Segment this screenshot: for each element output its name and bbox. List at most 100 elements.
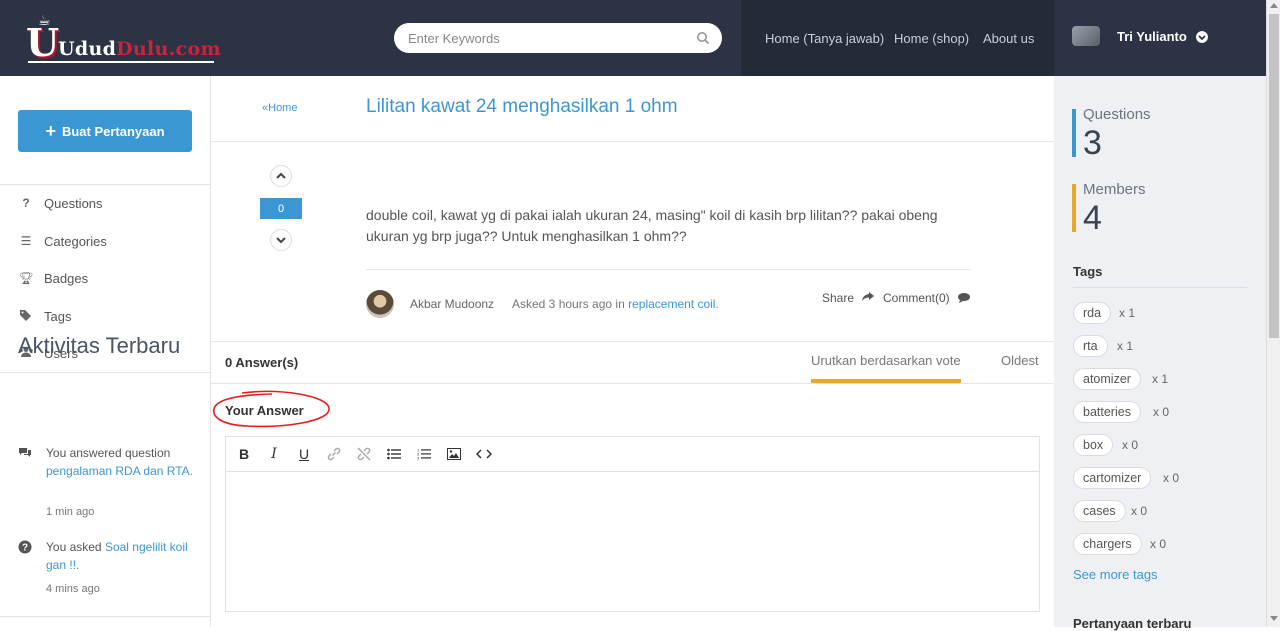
sidebar-item-tags[interactable]: Tags [18,306,71,326]
link-icon [327,447,341,461]
sidebar-item-badges[interactable]: 🏆︎ Badges [18,268,88,288]
tags-title: Tags [1073,264,1103,279]
sidebar-item-label: Questions [44,195,103,211]
tag-chargers[interactable]: chargers [1073,533,1142,555]
tag-count: x 1 [1152,372,1169,386]
see-more-tags-link[interactable]: See more tags [1073,567,1158,582]
nav-about-us[interactable]: About us [983,31,1034,46]
divider [211,341,1054,342]
plus-icon: + [45,121,56,141]
tags-icon [18,309,34,324]
bullet-list-button[interactable] [385,445,403,463]
code-button[interactable] [475,445,493,463]
search-icon[interactable] [696,31,710,45]
tag-count: x 1 [1119,306,1136,320]
tab-sort-vote[interactable]: Urutkan berdasarkan vote [811,353,961,368]
vote-down-button[interactable] [270,229,292,251]
site-logo[interactable]: ☕ U UdudDulu.com [26,12,226,64]
vote-count: 0 [260,198,302,219]
editor-textarea[interactable] [226,473,1039,611]
answers-count: 0 Answer(s) [225,355,299,370]
unlink-icon [357,447,371,461]
sidebar-item-label: Tags [44,308,72,324]
ask-question-label: Buat Pertanyaan [61,123,165,139]
sidebar-divider [0,184,210,185]
vote-up-button[interactable] [270,165,292,187]
members-stat-label: Members [1083,181,1146,198]
sidebar-item-questions[interactable]: ? Questions [18,193,103,213]
image-icon [447,448,461,460]
question-meta: Asked 3 hours ago in replacement coil. [512,297,719,311]
members-stat-bar [1072,184,1076,232]
numbered-list-button[interactable]: 123 [415,445,433,463]
comment-icon [958,293,971,303]
sidebar-divider [0,372,210,373]
divider [366,269,971,270]
divider [211,141,1054,142]
sidebar-divider [0,616,210,617]
chevron-down-icon[interactable] [1196,31,1208,43]
tag-count: x 0 [1122,438,1139,452]
bold-button[interactable]: B [235,445,253,463]
numbered-list-icon: 123 [417,448,431,460]
question-circle-icon: ? [18,540,32,554]
question-category-link[interactable]: replacement coil. [628,297,719,311]
comments-icon [19,448,31,457]
link-button[interactable] [325,445,343,463]
scroll-down-arrow-icon[interactable] [1270,616,1278,621]
activity-time: 1 min ago [46,506,95,518]
divider [211,383,1054,384]
question-body: double coil, kawat yg di pakai ialah uku… [366,207,938,244]
tag-count: x 0 [1163,471,1180,485]
recent-questions-title: Pertanyaan terbaru [1073,616,1192,631]
your-answer-label: Your Answer [225,403,304,418]
search-input[interactable] [408,29,688,47]
bullet-list-icon [387,448,401,460]
activity-text: You asked Soal ngelilit koil gan !!. [46,540,188,572]
activity-link[interactable]: pengalaman RDA dan RTA. [46,464,193,478]
tag-rda[interactable]: rda [1073,302,1112,324]
members-stat-count: 4 [1083,199,1102,237]
page-scrollbar[interactable] [1266,0,1280,627]
svg-text:?: ? [22,543,28,554]
search-box [394,23,722,53]
logo-letter: U [26,20,60,65]
page-title: Lilitan kawat 24 menghasilkan 1 ohm [366,96,678,117]
author-avatar[interactable] [366,290,394,318]
tag-count: x 0 [1150,537,1167,551]
chevron-up-icon [276,172,286,179]
trophy-icon: 🏆︎ [18,271,34,285]
tag-count: x 0 [1153,405,1170,419]
tag-box[interactable]: box [1073,434,1114,456]
tag-cartomizer[interactable]: cartomizer [1073,467,1152,489]
author-name[interactable]: Akbar Mudoonz [410,297,494,311]
tag-rta[interactable]: rta [1073,335,1108,357]
questions-stat-bar [1072,109,1076,157]
user-name[interactable]: Tri Yulianto [1117,29,1187,44]
question-icon: ? [22,196,30,210]
tag-cases[interactable]: cases [1073,500,1126,522]
answer-editor: B I U 123 [225,436,1040,612]
ask-question-button[interactable]: + Buat Pertanyaan [18,110,192,152]
share-button[interactable]: Share [822,291,875,305]
image-button[interactable] [445,445,463,463]
tag-atomizer[interactable]: atomizer [1073,368,1141,390]
tag-count: x 1 [1117,339,1134,353]
code-icon [476,449,492,459]
scrollbar-thumb[interactable] [1269,14,1279,338]
tag-batteries[interactable]: batteries [1073,401,1141,423]
svg-text:3: 3 [417,456,420,461]
sidebar-item-label: Categories [44,233,107,249]
scroll-up-arrow-icon[interactable] [1270,3,1278,8]
breadcrumb[interactable]: «Home [262,102,297,114]
italic-button[interactable]: I [265,445,283,463]
nav-home-tanya-jawab[interactable]: Home (Tanya jawab) [765,31,884,46]
nav-home-shop[interactable]: Home (shop) [894,31,969,46]
underline-button[interactable]: U [295,445,313,463]
sidebar-item-categories[interactable]: ☰ Categories [18,231,107,251]
user-avatar[interactable] [1072,26,1100,46]
unlink-button[interactable] [355,445,373,463]
tab-sort-oldest[interactable]: Oldest [1001,353,1039,368]
activity-item: ? You asked Soal ngelilit koil gan !!. 4… [18,538,208,598]
comment-button[interactable]: Comment(0) [883,291,971,305]
